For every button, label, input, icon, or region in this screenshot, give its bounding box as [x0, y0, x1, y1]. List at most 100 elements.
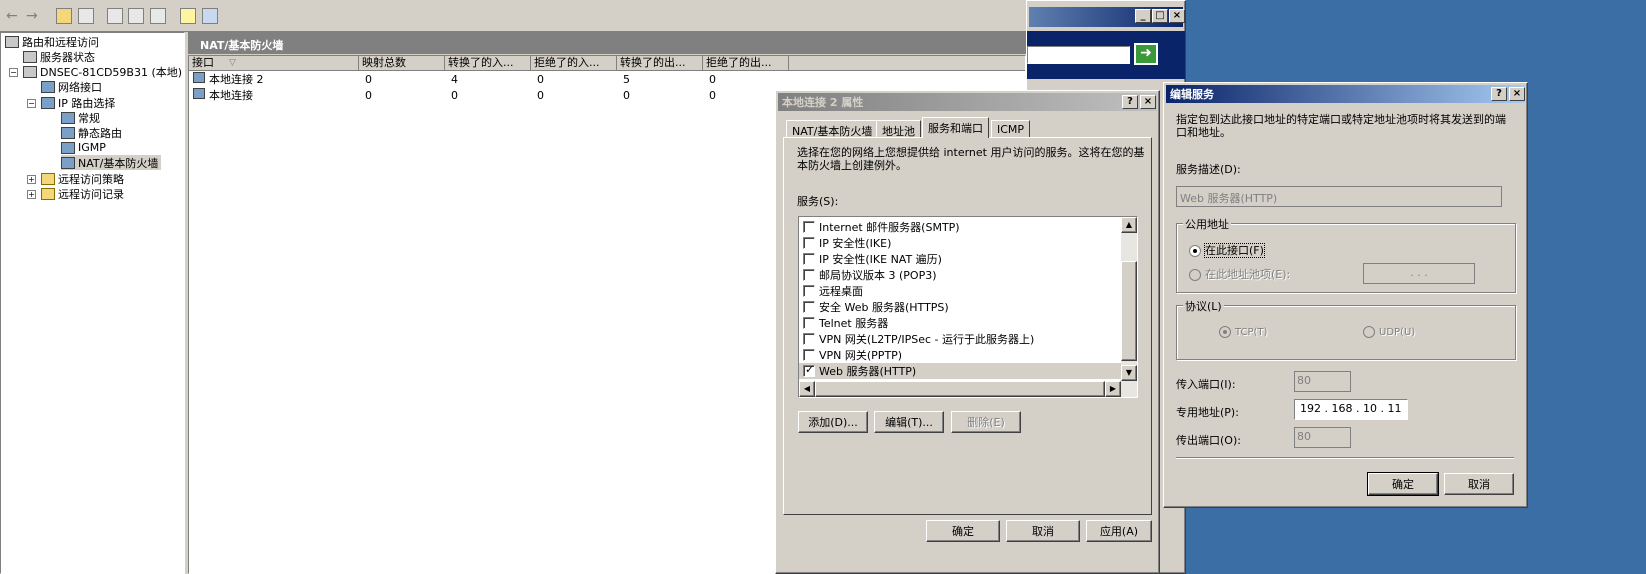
add-button[interactable]: 添加(D)...: [798, 411, 868, 433]
close-button[interactable]: ×: [1509, 87, 1525, 101]
service-item[interactable]: IP 安全性(IKE NAT 遍历): [799, 251, 1121, 267]
service-desc-field[interactable]: Web 服务器(HTTP): [1176, 186, 1502, 207]
close-button[interactable]: ×: [1140, 95, 1156, 109]
column-header[interactable]: 接口: [189, 56, 359, 71]
service-item[interactable]: VPN 网关(PPTP): [799, 347, 1121, 363]
service-item[interactable]: VPN 网关(L2TP/IPSec - 运行于此服务器上): [799, 331, 1121, 347]
pool-ip-field[interactable]: . . .: [1363, 263, 1475, 284]
table-row[interactable]: 本地连接 0 0 0 0 0: [189, 88, 789, 104]
scroll-right-button[interactable]: ▶: [1105, 381, 1121, 397]
service-checkbox[interactable]: [803, 237, 815, 249]
tree-nat[interactable]: NAT/基本防火墙: [61, 155, 162, 170]
forward-arrow-icon[interactable]: →: [26, 8, 38, 24]
service-checkbox[interactable]: [803, 317, 815, 329]
show-tree-icon[interactable]: [78, 8, 94, 24]
tab-services-ports[interactable]: 服务和端口: [922, 117, 989, 138]
service-label: Telnet 服务器: [819, 317, 889, 330]
delete-button[interactable]: 删除(E): [951, 411, 1021, 433]
tab-address-pool[interactable]: 地址池: [876, 120, 921, 138]
service-checkbox[interactable]: [803, 269, 815, 281]
scroll-thumb[interactable]: [1121, 261, 1137, 361]
column-header-filler: [789, 56, 1025, 71]
ok-button[interactable]: 确定: [1367, 472, 1439, 496]
service-checkbox[interactable]: [803, 301, 815, 313]
protocol-group: 协议(L) TCP(T) UDP(U): [1176, 298, 1516, 360]
tree-net-interfaces[interactable]: 网络接口: [41, 79, 102, 94]
cancel-button[interactable]: 取消: [1006, 520, 1080, 542]
tree-server-status[interactable]: 服务器状态: [23, 49, 95, 64]
service-item[interactable]: Telnet 服务器: [799, 315, 1121, 331]
column-header[interactable]: 拒绝了的出...: [703, 56, 789, 71]
collapse-icon[interactable]: −: [9, 68, 18, 77]
help-button[interactable]: ?: [1491, 87, 1507, 101]
console-icon[interactable]: [202, 8, 218, 24]
apply-button[interactable]: 应用(A): [1086, 520, 1152, 542]
ok-button[interactable]: 确定: [926, 520, 1000, 542]
vertical-scrollbar[interactable]: ▲ ▼: [1121, 217, 1137, 381]
table-row[interactable]: 本地连接 2 0 4 0 5 0: [189, 72, 789, 88]
radio-icon: [1219, 326, 1231, 338]
go-button[interactable]: ➜: [1134, 43, 1158, 65]
tree-root[interactable]: 路由和远程访问: [5, 34, 99, 49]
export-list-icon[interactable]: [150, 8, 166, 24]
scroll-hthumb[interactable]: [815, 381, 1105, 397]
services-list[interactable]: Internet 邮件服务器(SMTP) IP 安全性(IKE) IP 安全性(IK…: [798, 216, 1138, 398]
tree-ip-routing[interactable]: IP 路由选择: [41, 95, 115, 110]
column-header[interactable]: 转换了的入...: [445, 56, 531, 71]
on-interface-radio[interactable]: 在此接口(F): [1189, 242, 1265, 258]
service-item[interactable]: 邮局协议版本 3 (POP3): [799, 267, 1121, 283]
scroll-down-button[interactable]: ▼: [1121, 365, 1137, 381]
out-port-field[interactable]: 80: [1294, 427, 1351, 448]
radio-label: 在此地址池项(E):: [1205, 268, 1291, 281]
tree-server[interactable]: DNSEC-81CD59B31 (本地): [23, 64, 182, 79]
on-pool-radio[interactable]: 在此地址池项(E):: [1189, 266, 1290, 282]
service-item[interactable]: 安全 Web 服务器(HTTPS): [799, 299, 1121, 315]
help-icon[interactable]: [180, 8, 196, 24]
service-checkbox[interactable]: [803, 363, 815, 377]
tcp-radio[interactable]: TCP(T): [1219, 326, 1267, 338]
service-checkbox[interactable]: [803, 221, 815, 233]
expand-icon[interactable]: +: [27, 175, 36, 184]
scroll-left-button[interactable]: ◀: [799, 381, 815, 397]
expand-icon[interactable]: +: [27, 190, 36, 199]
public-address-group: 公用地址 在此接口(F) 在此地址池项(E): . . .: [1176, 216, 1516, 293]
in-port-field[interactable]: 80: [1294, 371, 1351, 392]
service-item[interactable]: Web 服务器(HTTP): [799, 363, 1121, 379]
service-item[interactable]: IP 安全性(IKE): [799, 235, 1121, 251]
horizontal-scrollbar[interactable]: ◀ ▶: [799, 381, 1137, 397]
service-checkbox[interactable]: [803, 285, 815, 297]
cancel-button[interactable]: 取消: [1444, 473, 1514, 495]
close-button[interactable]: ×: [1169, 9, 1185, 23]
collapse-icon[interactable]: −: [27, 99, 36, 108]
service-label: IP 安全性(IKE NAT 遍历): [819, 253, 942, 266]
column-header[interactable]: 转换了的出...: [617, 56, 703, 71]
scroll-up-button[interactable]: ▲: [1121, 217, 1137, 233]
column-header[interactable]: 拒绝了的入...: [531, 56, 617, 71]
service-checkbox[interactable]: [803, 253, 815, 265]
udp-radio[interactable]: UDP(U): [1363, 326, 1415, 338]
service-item[interactable]: 远程桌面: [799, 283, 1121, 299]
bg-address-input[interactable]: [1027, 46, 1130, 64]
private-address-field[interactable]: 192 . 168 . 10 . 11: [1294, 399, 1408, 420]
service-checkbox[interactable]: [803, 349, 815, 361]
tree-static-routes[interactable]: 静态路由: [61, 125, 122, 140]
tree-general[interactable]: 常规: [61, 110, 100, 125]
service-checkbox[interactable]: [803, 333, 815, 345]
maximize-button[interactable]: □: [1152, 9, 1168, 23]
back-arrow-icon[interactable]: ←: [6, 8, 18, 24]
service-label: 安全 Web 服务器(HTTPS): [819, 301, 949, 314]
tab-nat[interactable]: NAT/基本防火墙: [786, 120, 879, 138]
refresh-icon[interactable]: [128, 8, 144, 24]
properties-icon[interactable]: [107, 8, 123, 24]
minimize-button[interactable]: _: [1135, 9, 1151, 23]
tree-remote-policy[interactable]: 远程访问策略: [41, 171, 124, 186]
help-button[interactable]: ?: [1122, 95, 1138, 109]
tab-icmp[interactable]: ICMP: [991, 120, 1031, 138]
tree-remote-log[interactable]: 远程访问记录: [41, 186, 124, 201]
service-item[interactable]: Internet 邮件服务器(SMTP): [799, 219, 1121, 235]
radio-label: UDP(U): [1379, 327, 1416, 338]
edit-button[interactable]: 编辑(T)...: [874, 411, 944, 433]
up-folder-icon[interactable]: [56, 8, 72, 24]
column-header[interactable]: 映射总数: [359, 56, 445, 71]
tree-igmp[interactable]: IGMP: [61, 140, 106, 155]
